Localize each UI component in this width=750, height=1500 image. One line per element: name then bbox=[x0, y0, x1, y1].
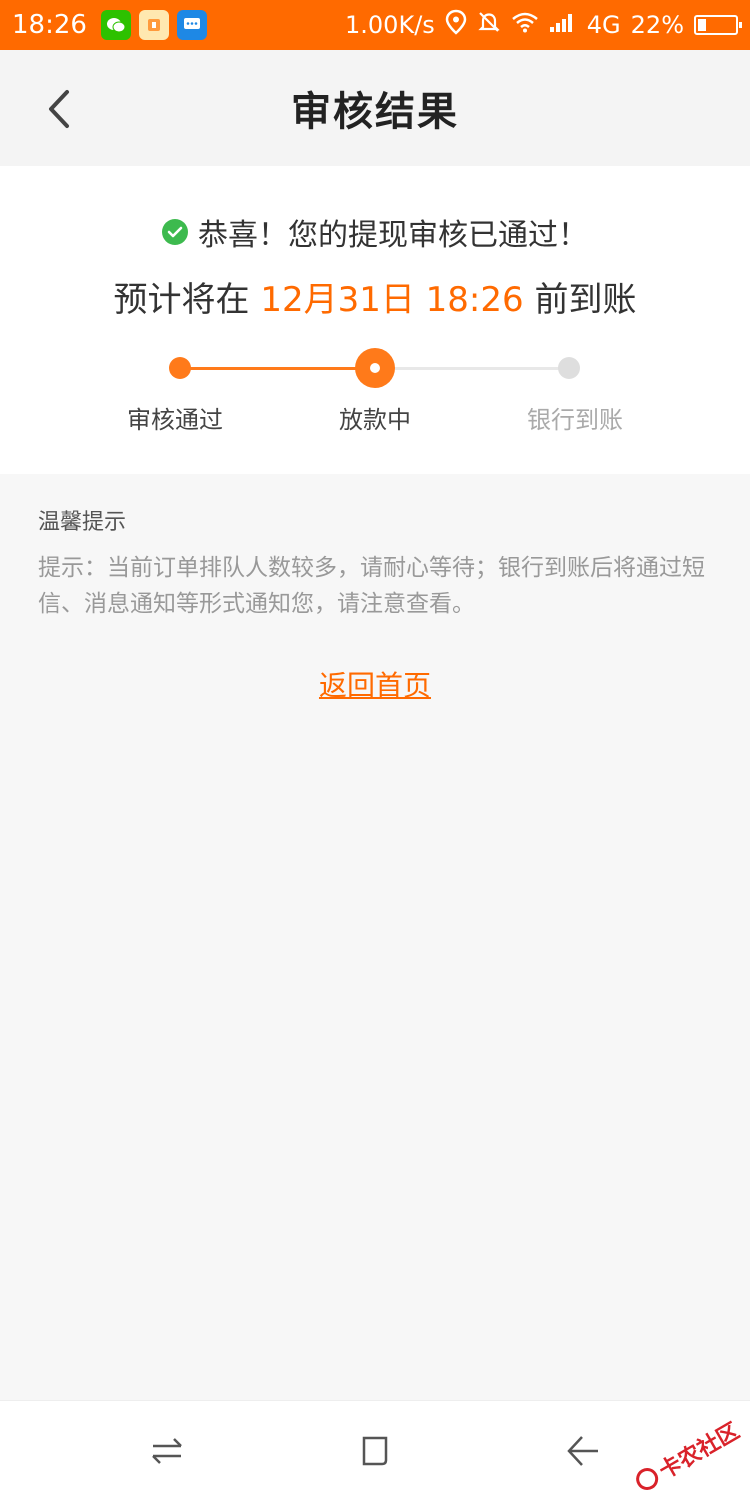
network-speed: 1.00K/s bbox=[345, 11, 435, 39]
square-icon bbox=[362, 1436, 388, 1466]
tips-title: 温馨提示 bbox=[38, 510, 127, 535]
system-nav-bar: 卡农社区 bbox=[0, 1400, 750, 1500]
wifi-icon bbox=[511, 11, 539, 39]
eta-message: 预计将在 12月31日 18:26 前到账 bbox=[0, 272, 750, 321]
message-app-icon bbox=[176, 10, 207, 40]
battery-level bbox=[698, 19, 706, 31]
watermark-text: 卡农社区 bbox=[655, 1418, 744, 1485]
eta-prefix: 预计将在 bbox=[113, 280, 250, 320]
step-label-bank-arrival: 银行到账 bbox=[527, 406, 623, 434]
mute-bell-icon bbox=[477, 10, 501, 40]
switch-arrows-icon bbox=[152, 1438, 182, 1464]
step-dot-pending bbox=[558, 357, 580, 379]
home-link-row: 返回首页 bbox=[0, 664, 750, 704]
page-title: 审核结果 bbox=[291, 89, 459, 135]
status-bar: 18:26 1.00K/s 4G 22% bbox=[0, 0, 750, 50]
success-message-row: 恭喜！您的提现审核已通过！ bbox=[0, 210, 750, 254]
progress-line-pending bbox=[375, 367, 569, 370]
chevron-left-icon bbox=[49, 90, 69, 128]
status-time: 18:26 bbox=[12, 10, 87, 40]
location-icon bbox=[445, 9, 467, 41]
tips-body: 提示：当前订单排队人数较多，请耐心等待；银行到账后将通过短信、消息通知等形式通知… bbox=[38, 555, 705, 617]
check-circle-icon bbox=[162, 219, 188, 245]
watermark: 卡农社区 bbox=[630, 1414, 745, 1499]
home-button[interactable] bbox=[353, 1429, 397, 1473]
page-header: 审核结果 bbox=[0, 50, 750, 166]
progress-steps: 审核通过 放款中 银行到账 bbox=[0, 344, 750, 454]
eta-suffix: 前到账 bbox=[534, 280, 637, 320]
progress-line-done bbox=[180, 367, 375, 370]
battery-icon bbox=[694, 15, 742, 35]
game-app-icon bbox=[138, 10, 169, 40]
step-dot-approved bbox=[169, 357, 191, 379]
step-label-approved: 审核通过 bbox=[127, 406, 223, 434]
step-label-disbursing: 放款中 bbox=[339, 406, 411, 434]
step-dot-current bbox=[355, 348, 395, 388]
signal-icon bbox=[549, 11, 577, 39]
eta-time: 12月31日 18:26 bbox=[260, 280, 524, 320]
return-home-link[interactable]: 返回首页 bbox=[319, 669, 431, 702]
back-button[interactable] bbox=[34, 84, 84, 134]
success-message: 恭喜！您的提现审核已通过！ bbox=[198, 218, 588, 253]
arrow-left-icon bbox=[567, 1436, 598, 1466]
result-card: 恭喜！您的提现审核已通过！ 预计将在 12月31日 18:26 前到账 审核通过… bbox=[0, 166, 750, 474]
recent-apps-button[interactable] bbox=[145, 1429, 189, 1473]
status-indicators: 1.00K/s 4G 22% bbox=[345, 9, 742, 41]
network-type: 4G bbox=[586, 11, 621, 39]
battery-percent: 22% bbox=[630, 11, 684, 39]
wechat-icon bbox=[100, 10, 131, 40]
back-nav-button[interactable] bbox=[561, 1429, 605, 1473]
